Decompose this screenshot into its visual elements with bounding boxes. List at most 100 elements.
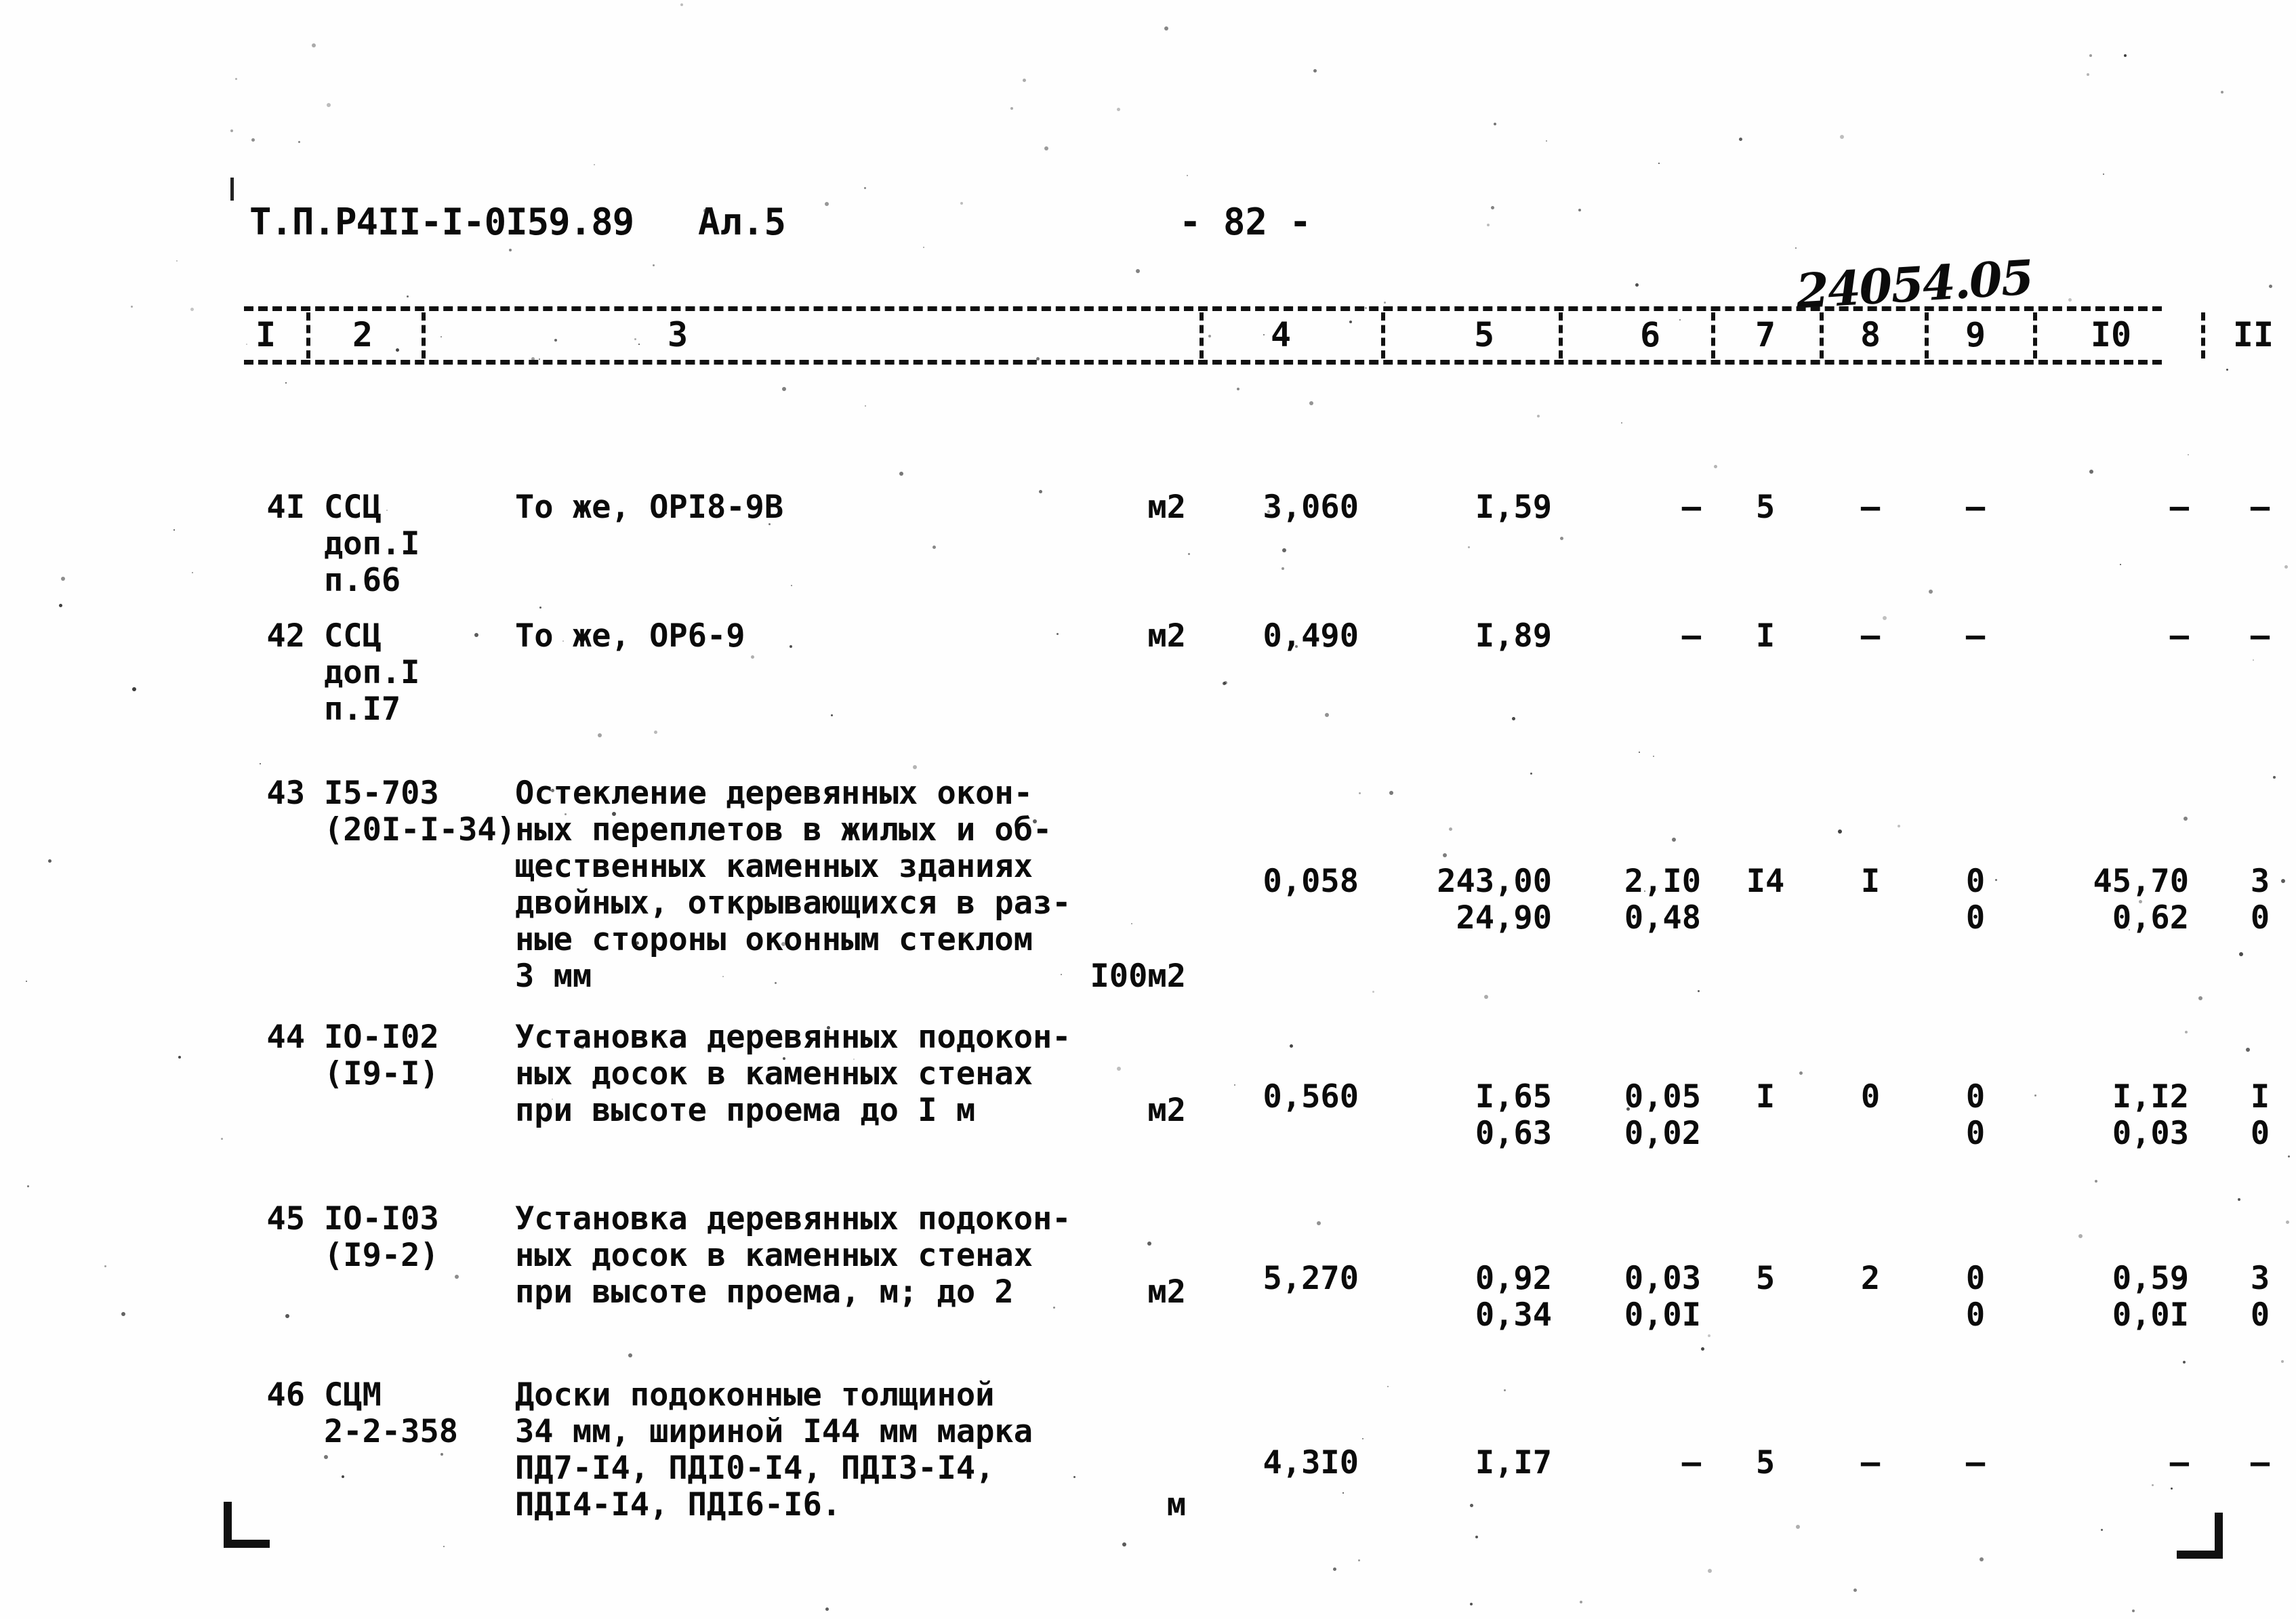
norm-code: I5-703 (20I-I-34) [324,775,516,848]
column-header-10: I0 [2090,315,2132,354]
col5-value: I,59 [1475,489,1552,526]
col7-value: 5 [1755,489,1776,526]
unit-of-measure: м2 [1147,1092,1186,1129]
norm-code: ССЦ доп.I п.66 [324,489,420,599]
col7-value: I4 [1746,863,1785,900]
col5-value: I,65 0,63 [1475,1078,1552,1152]
norm-code: СЦМ 2-2-358 [324,1376,459,1450]
col4-quantity: 5,270 [1263,1260,1359,1297]
table-body: 4I ССЦ доп.I п.66 То же, ОРI8-9В м2 3,060 I,5… [244,388,2270,1540]
col11-value: 3 0 [2250,863,2270,937]
col11-value: – [2250,1444,2270,1481]
unit-of-measure: м2 [1147,617,1186,655]
col11-value: 3 0 [2250,1260,2270,1334]
table-header-bottom-rule [244,360,2162,365]
column-separator-8 [1925,312,1929,358]
col10-value: – [2169,1444,2189,1481]
col6-value: 2,I0 0,48 [1624,863,1701,937]
document-header: Т.П.Р4II-I-0I59.89 Ал.5 - 82 - [0,201,2296,244]
page-number: - 82 - [1179,201,1312,243]
column-separator-6 [1711,312,1715,358]
row-number: 42 [266,617,305,655]
col9-value: 0 0 [1965,1078,1986,1152]
col10-value: – [2169,489,2189,526]
column-separator-2 [422,312,426,358]
column-separator-7 [1820,312,1824,358]
col8-value: I [1860,863,1881,900]
column-header-1: I [255,315,276,354]
col8-value: 0 [1860,1078,1881,1115]
row-number: 45 [266,1200,305,1237]
col4-quantity: 0,490 [1263,617,1359,655]
col6-value: 0,05 0,02 [1624,1078,1701,1152]
row-number: 44 [266,1019,305,1056]
column-header-7: 7 [1755,315,1776,354]
column-header-3: 3 [667,315,689,354]
col11-value: I 0 [2250,1078,2270,1152]
col7-value: I [1755,1078,1776,1115]
work-description: Установка деревянных подокон- ных досок … [515,1019,1071,1129]
col5-value: 0,92 0,34 [1475,1260,1552,1334]
unit-of-measure: м2 [1147,1273,1186,1311]
col10-value: 0,59 0,0I [2112,1260,2189,1334]
estimate-table: I 2 3 4 5 6 7 8 9 I0 II 4I ССЦ доп.I п.66 То же, ОРI… [244,306,2274,1540]
column-separator-5 [1559,312,1563,358]
col9-value: – [1965,1444,1986,1481]
column-separator-3 [1200,312,1204,358]
col4-quantity: 0,058 [1263,863,1359,900]
album-label: Ал.5 [698,201,787,243]
col5-value: I,I7 [1475,1444,1552,1481]
column-header-5: 5 [1473,315,1495,354]
column-header-4: 4 [1270,315,1292,354]
row-number: 4I [266,489,305,526]
column-separator-9 [2033,312,2037,358]
unit-of-measure: I00м2 [1090,958,1186,995]
col5-value: I,89 [1475,617,1552,655]
column-header-9: 9 [1965,315,1986,354]
corner-mark-bottom-left [224,1502,270,1548]
col6-value: – [1681,1444,1701,1481]
col10-value: I,I2 0,03 [2112,1078,2189,1152]
col6-value: – [1681,489,1701,526]
col6-value: 0,03 0,0I [1624,1260,1701,1334]
table-top-rule [244,306,2162,311]
col4-quantity: 4,3I0 [1263,1444,1359,1481]
document-code: Т.П.Р4II-I-0I59.89 [249,201,634,243]
col8-value: – [1860,1444,1881,1481]
col4-quantity: 0,560 [1263,1078,1359,1115]
column-header-11: II [2232,315,2274,354]
corner-mark-bottom-right [2177,1513,2223,1559]
col10-value: 45,70 0,62 [2093,863,2189,937]
norm-code: ССЦ доп.I п.I7 [324,617,420,728]
col7-value: 5 [1755,1260,1776,1297]
col10-value: – [2169,617,2189,655]
col9-value: 0 0 [1965,863,1986,937]
col7-value: I [1755,617,1776,655]
col9-value: 0 0 [1965,1260,1986,1334]
col6-value: – [1681,617,1701,655]
work-description: То же, ОР6-9 [515,617,745,655]
column-separator-10 [2201,312,2205,358]
col11-value: – [2250,617,2270,655]
norm-code: IО-I03 (I9-2) [324,1200,439,1274]
col9-value: – [1965,617,1986,655]
row-number: 46 [266,1376,305,1414]
col4-quantity: 3,060 [1263,489,1359,526]
col7-value: 5 [1755,1444,1776,1481]
norm-code: IО-I02 (I9-I) [324,1019,439,1092]
col8-value: 2 [1860,1260,1881,1297]
work-description: То же, ОРI8-9В [515,489,784,526]
work-description: Доски подоконные толщиной 34 мм, шириной… [515,1376,1033,1523]
col5-value: 243,00 24,90 [1437,863,1552,937]
col8-value: – [1860,489,1881,526]
row-number: 43 [266,775,305,812]
column-header-2: 2 [352,315,373,354]
col9-value: – [1965,489,1986,526]
column-header-8: 8 [1860,315,1881,354]
unit-of-measure: м2 [1147,489,1186,526]
scanned-document-page: Т.П.Р4II-I-0I59.89 Ал.5 - 82 - 24054.05 … [0,0,2296,1619]
col8-value: – [1860,617,1881,655]
column-separator-4 [1381,312,1385,358]
column-separator-1 [306,312,310,358]
margin-tick-mark [230,178,234,201]
